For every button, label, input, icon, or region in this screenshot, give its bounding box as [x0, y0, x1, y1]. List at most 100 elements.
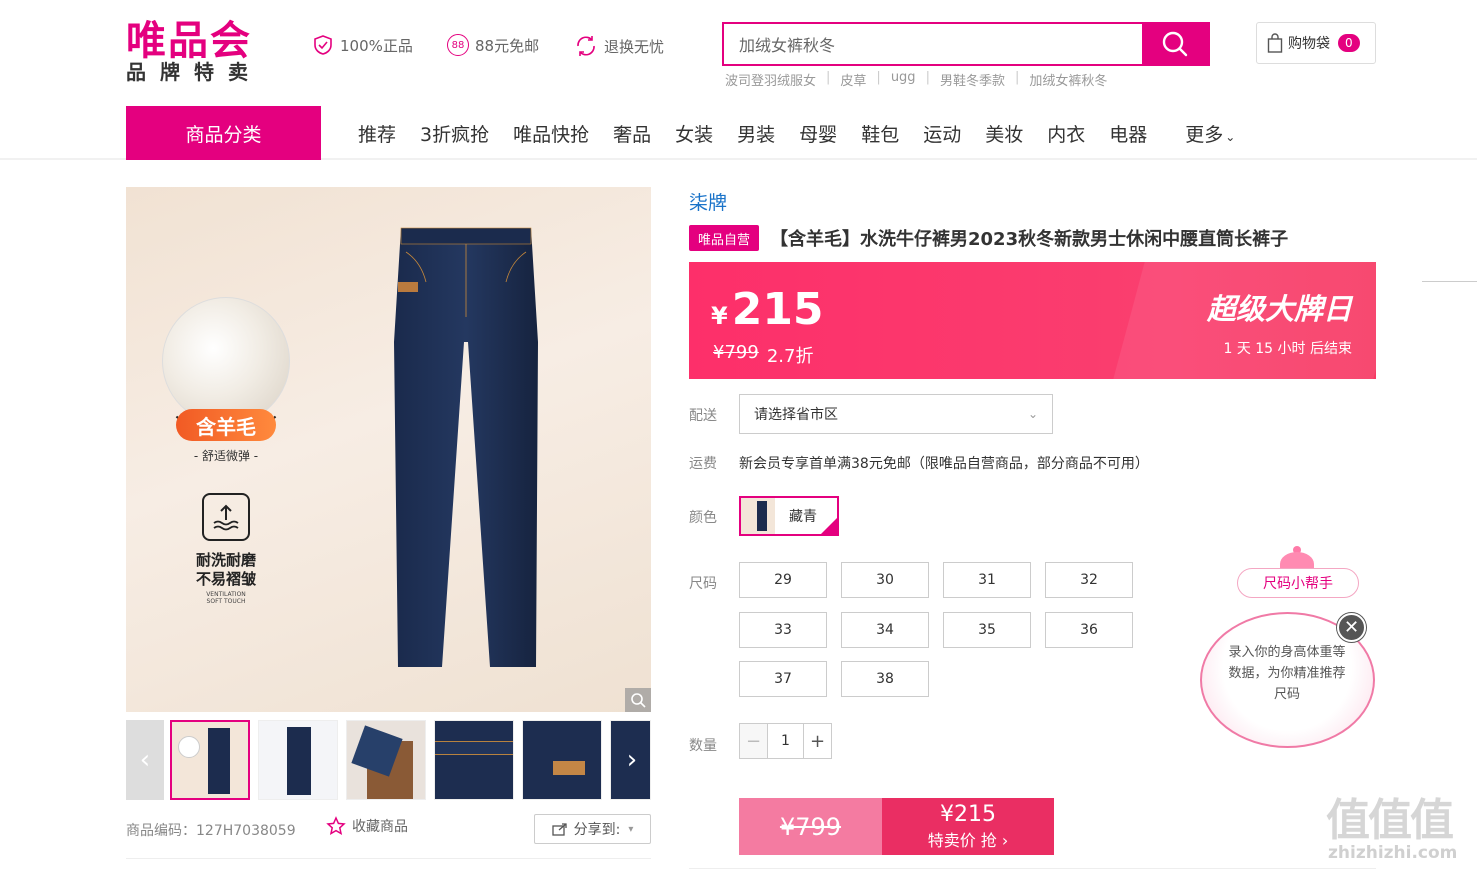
water-arrow-icon [213, 504, 239, 531]
shopping-bag-button[interactable]: 购物袋 0 [1256, 22, 1376, 64]
buy-price: ¥215 [940, 802, 996, 827]
product-main-image[interactable]: 含羊毛 - 舒适微弹 - 耐洗耐磨 不易褶皱 VENTILATION SOFT … [126, 187, 651, 712]
shopping-bag-label: 购物袋 [1288, 36, 1330, 52]
nav-item[interactable]: 女装 [675, 120, 713, 147]
thumbnail-waistband [435, 741, 513, 755]
promo-title: 超级大牌日 [1206, 292, 1352, 326]
color-option-navy[interactable]: 藏青 [739, 496, 839, 536]
size-option[interactable]: 37 [739, 661, 827, 697]
buy-button[interactable]: ¥799 ¥215 特卖价 抢 › [739, 798, 1054, 855]
info-bottom-divider [689, 868, 1376, 869]
thumbnail-next-button[interactable]: › [613, 720, 651, 800]
size-helper-close-button[interactable]: ✕ [1337, 613, 1366, 642]
size-option[interactable]: 32 [1045, 562, 1133, 598]
quantity-value[interactable]: 1 [768, 724, 803, 758]
close-icon: ✕ [1343, 617, 1360, 638]
zoom-button[interactable] [625, 688, 651, 712]
size-option[interactable]: 33 [739, 612, 827, 648]
nav-item[interactable]: 运动 [923, 120, 961, 147]
feature-text-1: 耐洗耐磨 [195, 551, 256, 569]
size-helper-title[interactable]: 尺码小帮手 [1237, 568, 1359, 598]
nav-item[interactable]: 内衣 [1047, 120, 1085, 147]
price-original-row: ¥799 2.7折 [713, 342, 813, 368]
shipping-label: 运费 [689, 456, 717, 472]
favorite-label: 收藏商品 [352, 819, 408, 835]
nav-item[interactable]: 唯品快抢 [513, 120, 589, 147]
side-line [1422, 281, 1477, 282]
size-option[interactable]: 29 [739, 562, 827, 598]
nav-item[interactable]: 推荐 [358, 120, 396, 147]
share-icon [551, 823, 567, 836]
delivery-region-select[interactable]: 请选择省市区 ⌄ [739, 394, 1053, 434]
nav-item[interactable]: 电器 [1109, 120, 1147, 147]
quantity-increase-button[interactable]: + [803, 724, 831, 758]
nav-item[interactable]: 母婴 [799, 120, 837, 147]
thumbnail-2[interactable] [258, 720, 338, 800]
shipping-info: 新会员专享首单满38元免邮（限唯品自营商品，部分商品不可用） [739, 456, 1149, 472]
size-option[interactable]: 34 [841, 612, 929, 648]
promise-free-shipping: 88 88元免邮 [447, 34, 539, 56]
nav-item[interactable]: 奢品 [613, 120, 651, 147]
hot-word[interactable]: 加绒女裤秋冬 [1029, 70, 1107, 89]
category-menu-button[interactable]: 商品分类 [126, 106, 321, 160]
size-label: 尺码 [689, 576, 717, 592]
favorite-button[interactable]: 收藏商品 [326, 816, 408, 836]
quantity-decrease-button[interactable]: − [740, 724, 768, 758]
nav-item[interactable]: 鞋包 [861, 120, 899, 147]
feature-en-2: SOFT TOUCH [206, 598, 246, 605]
thumbnail-leather-patch [553, 761, 585, 775]
countdown: 1 天 15 小时 后结束 [1223, 341, 1352, 357]
price-value: 215 [731, 284, 824, 335]
thumbnail-3[interactable] [346, 720, 426, 800]
discount-rate: 2.7折 [766, 346, 814, 367]
cart-count-badge: 0 [1338, 34, 1360, 52]
chevron-down-icon: ⌄ [1225, 129, 1236, 144]
wool-badge: 含羊毛 [176, 409, 276, 441]
hot-word[interactable]: 皮草 [840, 70, 866, 89]
color-name: 藏青 [789, 509, 817, 525]
hot-word[interactable]: 男鞋冬季款 [940, 70, 1005, 89]
nav-item[interactable]: 3折疯抢 [420, 120, 489, 147]
shield-check-icon [314, 35, 332, 55]
thumbnail-strip: ‹ › [126, 720, 651, 800]
size-option[interactable]: 35 [943, 612, 1031, 648]
thumbnail-5[interactable] [522, 720, 602, 800]
zoom-icon [631, 693, 646, 708]
buy-now-panel: ¥215 特卖价 抢 › [882, 798, 1054, 855]
thumbnail-wool-circle [178, 736, 200, 758]
watermark-url: zhizhizhi.com [1328, 843, 1458, 863]
search-input[interactable] [724, 24, 1142, 64]
size-option[interactable]: 36 [1045, 612, 1133, 648]
buy-original-price: ¥799 [739, 798, 882, 855]
watermark-logo: 值值值 [1326, 795, 1454, 846]
size-option[interactable]: 30 [841, 562, 929, 598]
hot-search-words: 波司登羽绒服女 | 皮草 | ugg | 男鞋冬季款 | 加绒女裤秋冬 [725, 70, 1108, 89]
delivery-region-placeholder: 请选择省市区 [754, 407, 838, 423]
hot-word[interactable]: ugg [891, 70, 916, 89]
nav-item[interactable]: 男装 [737, 120, 775, 147]
swatch-jeans [757, 501, 767, 531]
nav-item[interactable]: 美妆 [985, 120, 1023, 147]
size-option[interactable]: 31 [943, 562, 1031, 598]
search-button[interactable] [1142, 24, 1208, 64]
hot-word[interactable]: 波司登羽绒服女 [725, 70, 816, 89]
size-helper-bubble-text: 录入你的身高体重等数据，为你精准推荐尺码 [1228, 645, 1346, 702]
thumbnail-4[interactable] [434, 720, 514, 800]
feature-text-2: 不易褶皱 [195, 570, 256, 588]
selected-corner-check-icon [821, 518, 837, 534]
buy-now-label: 特卖价 抢 › [927, 831, 1009, 850]
size-option[interactable]: 38 [841, 661, 929, 697]
nav-more[interactable]: 更多 ⌄ [1185, 120, 1235, 147]
share-label: 分享到: [573, 822, 621, 838]
jeans-image [394, 227, 538, 667]
wash-resistant-icon [202, 493, 250, 541]
color-label: 颜色 [689, 510, 717, 526]
self-operated-tag: 唯品自营 [689, 225, 759, 251]
brand-link[interactable]: 柒牌 [689, 188, 727, 215]
thumbnail-prev-button[interactable]: ‹ [126, 720, 164, 800]
product-code: 商品编码：127H7038059 [126, 823, 296, 839]
share-button[interactable]: 分享到: ▾ [534, 814, 651, 844]
feature-en-1: VENTILATION [206, 591, 246, 598]
thumbnail-1[interactable] [170, 720, 250, 800]
quantity-stepper: − 1 + [739, 723, 832, 759]
